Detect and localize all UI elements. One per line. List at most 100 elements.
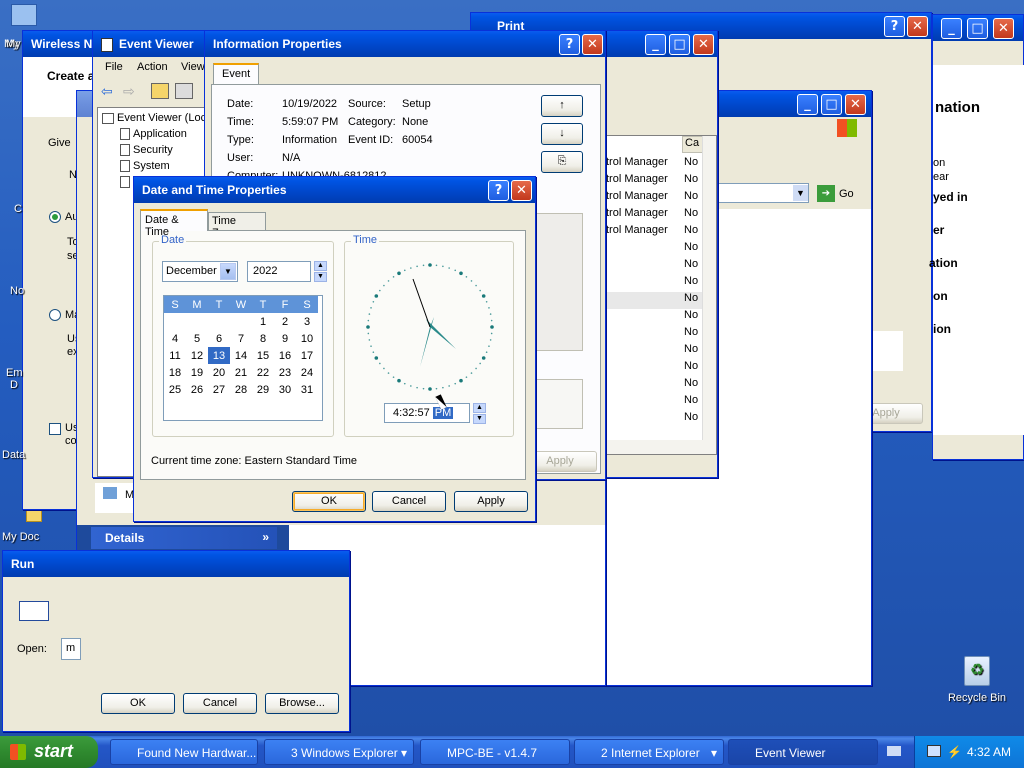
tab-event[interactable]: Event <box>213 63 259 85</box>
close-button[interactable]: ✕ <box>582 34 603 55</box>
help-button[interactable]: ? <box>488 180 509 201</box>
maximize-button[interactable]: □ <box>821 94 842 115</box>
time-input[interactable]: 4:32:57 PM <box>384 403 470 423</box>
desktop-icon-label[interactable]: No <box>10 285 24 297</box>
show-hide-tree-icon[interactable] <box>175 83 193 99</box>
calendar-day[interactable]: 7 <box>230 330 252 347</box>
year-spinner[interactable]: 2022 <box>247 261 311 282</box>
network-tray-icon[interactable] <box>927 745 941 757</box>
desktop-icon-label[interactable]: Data <box>2 449 25 461</box>
desktop-icon-label[interactable]: C <box>14 203 22 215</box>
tree-root[interactable]: Event Viewer (Loc <box>102 112 206 124</box>
minimize-button[interactable]: _ <box>797 94 818 115</box>
calendar-day[interactable]: 26 <box>186 381 208 398</box>
menu-action[interactable]: Action <box>137 61 168 73</box>
maximize-button[interactable]: □ <box>967 18 988 39</box>
use-checkbox[interactable] <box>49 423 61 435</box>
table-row[interactable]: No <box>606 360 702 377</box>
dropdown-arrow-icon[interactable]: ▼ <box>793 185 808 201</box>
calendar-day[interactable]: 23 <box>274 364 296 381</box>
copy-event-button[interactable]: ⎘ <box>541 151 583 173</box>
table-row[interactable]: No <box>606 343 702 360</box>
calendar-day[interactable]: 17 <box>296 347 318 364</box>
calendar-day[interactable]: 22 <box>252 364 274 381</box>
menu-file[interactable]: File <box>105 61 123 73</box>
table-row[interactable]: No <box>606 309 702 326</box>
calendar-day[interactable]: 19 <box>186 364 208 381</box>
calendar-day[interactable]: 24 <box>296 364 318 381</box>
calendar-day[interactable]: 27 <box>208 381 230 398</box>
tree-item-security[interactable]: Security <box>120 144 173 157</box>
calendar-day[interactable]: 31 <box>296 381 318 398</box>
spinner-down-icon[interactable]: ▼ <box>314 272 327 282</box>
calendar-day[interactable]: 9 <box>274 330 296 347</box>
details-header[interactable]: Details » <box>91 527 277 549</box>
collapse-chevron-icon[interactable]: » <box>262 530 269 544</box>
calendar-day[interactable]: 10 <box>296 330 318 347</box>
column-header-category[interactable]: Ca <box>682 136 704 153</box>
ok-button[interactable]: OK <box>292 491 366 512</box>
table-row[interactable]: No <box>606 326 702 343</box>
menu-view[interactable]: View <box>181 61 205 73</box>
calendar-day[interactable]: 29 <box>252 381 274 398</box>
close-button[interactable]: ✕ <box>511 180 532 201</box>
calendar-day[interactable]: 8 <box>252 330 274 347</box>
help-button[interactable]: ? <box>559 34 580 55</box>
calendar[interactable]: S M T W T F S 1 2 3 4 5 6 7 8 9 10 11 12 13 14 15 16 17 18 19 20 21… <box>163 295 323 421</box>
desktop-icon-label[interactable]: Em D <box>6 367 23 391</box>
calendar-day[interactable]: 28 <box>230 381 252 398</box>
volume-icon[interactable]: ⚡ <box>947 745 962 759</box>
manual-radio[interactable] <box>49 309 61 321</box>
table-row[interactable]: No <box>606 241 702 258</box>
browse-button[interactable]: Browse... <box>265 693 339 714</box>
calendar-day[interactable]: 16 <box>274 347 296 364</box>
help-button[interactable]: ? <box>884 16 905 37</box>
cancel-button[interactable]: Cancel <box>183 693 257 714</box>
spinner-up-icon[interactable]: ▲ <box>314 261 327 271</box>
dropdown-arrow-icon[interactable]: ▼ <box>220 263 236 280</box>
calendar-grid[interactable]: S M T W T F S 1 2 3 4 5 6 7 8 9 10 11 12 13 14 15 16 17 18 19 20 21… <box>164 296 318 398</box>
start-button[interactable]: start <box>0 736 98 768</box>
table-row[interactable]: trol Manager No <box>606 224 702 241</box>
vertical-scrollbar[interactable] <box>702 136 716 440</box>
taskbar-item[interactable]: Found New Hardwar... <box>110 739 258 765</box>
calendar-day[interactable]: 1 <box>252 313 274 330</box>
ampm-field[interactable]: PM <box>432 407 454 419</box>
tree-item-other[interactable] <box>120 176 130 189</box>
recycle-bin[interactable]: ♻ Recycle Bin <box>942 656 1012 704</box>
up-folder-icon[interactable] <box>151 83 169 99</box>
calendar-day[interactable]: 20 <box>208 364 230 381</box>
tree-item-application[interactable]: Application <box>120 128 187 141</box>
calendar-day[interactable]: 30 <box>274 381 296 398</box>
tree-item-system[interactable]: System <box>120 160 170 173</box>
tab-date-time[interactable]: Date & Time <box>140 209 208 238</box>
cancel-button[interactable]: Cancel <box>372 491 446 512</box>
calendar-day[interactable]: 12 <box>186 347 208 364</box>
calendar-day[interactable]: 6 <box>208 330 230 347</box>
desktop-icon-label[interactable]: My Doc <box>2 531 39 543</box>
clock[interactable]: 4:32 AM <box>967 745 1011 759</box>
keyboard-icon[interactable] <box>887 746 901 756</box>
close-button[interactable]: ✕ <box>693 34 714 55</box>
forward-icon[interactable]: ⇨ <box>123 83 135 100</box>
calendar-day[interactable]: 18 <box>164 364 186 381</box>
apply-button[interactable]: Apply <box>454 491 528 512</box>
table-row[interactable]: No <box>606 275 702 292</box>
auto-radio[interactable] <box>49 211 61 223</box>
table-row[interactable]: trol Manager No <box>606 190 702 207</box>
minimize-button[interactable]: _ <box>941 18 962 39</box>
previous-event-button[interactable]: ↑ <box>541 95 583 117</box>
taskbar-item[interactable]: Event Viewer <box>728 739 878 765</box>
calendar-day[interactable]: 14 <box>230 347 252 364</box>
calendar-day[interactable]: 5 <box>186 330 208 347</box>
calendar-day[interactable]: 15 <box>252 347 274 364</box>
calendar-day[interactable]: 13 <box>208 347 230 364</box>
spinner-up-icon[interactable]: ▲ <box>473 403 486 413</box>
go-button[interactable]: Go <box>839 188 854 200</box>
back-icon[interactable]: ⇦ <box>101 83 113 100</box>
calendar-day[interactable]: 2 <box>274 313 296 330</box>
calendar-day[interactable]: 21 <box>230 364 252 381</box>
taskbar-item[interactable]: 3 Windows Explorer ▾ <box>264 739 414 765</box>
go-icon[interactable]: ➔ <box>817 185 835 202</box>
calendar-day[interactable]: 4 <box>164 330 186 347</box>
